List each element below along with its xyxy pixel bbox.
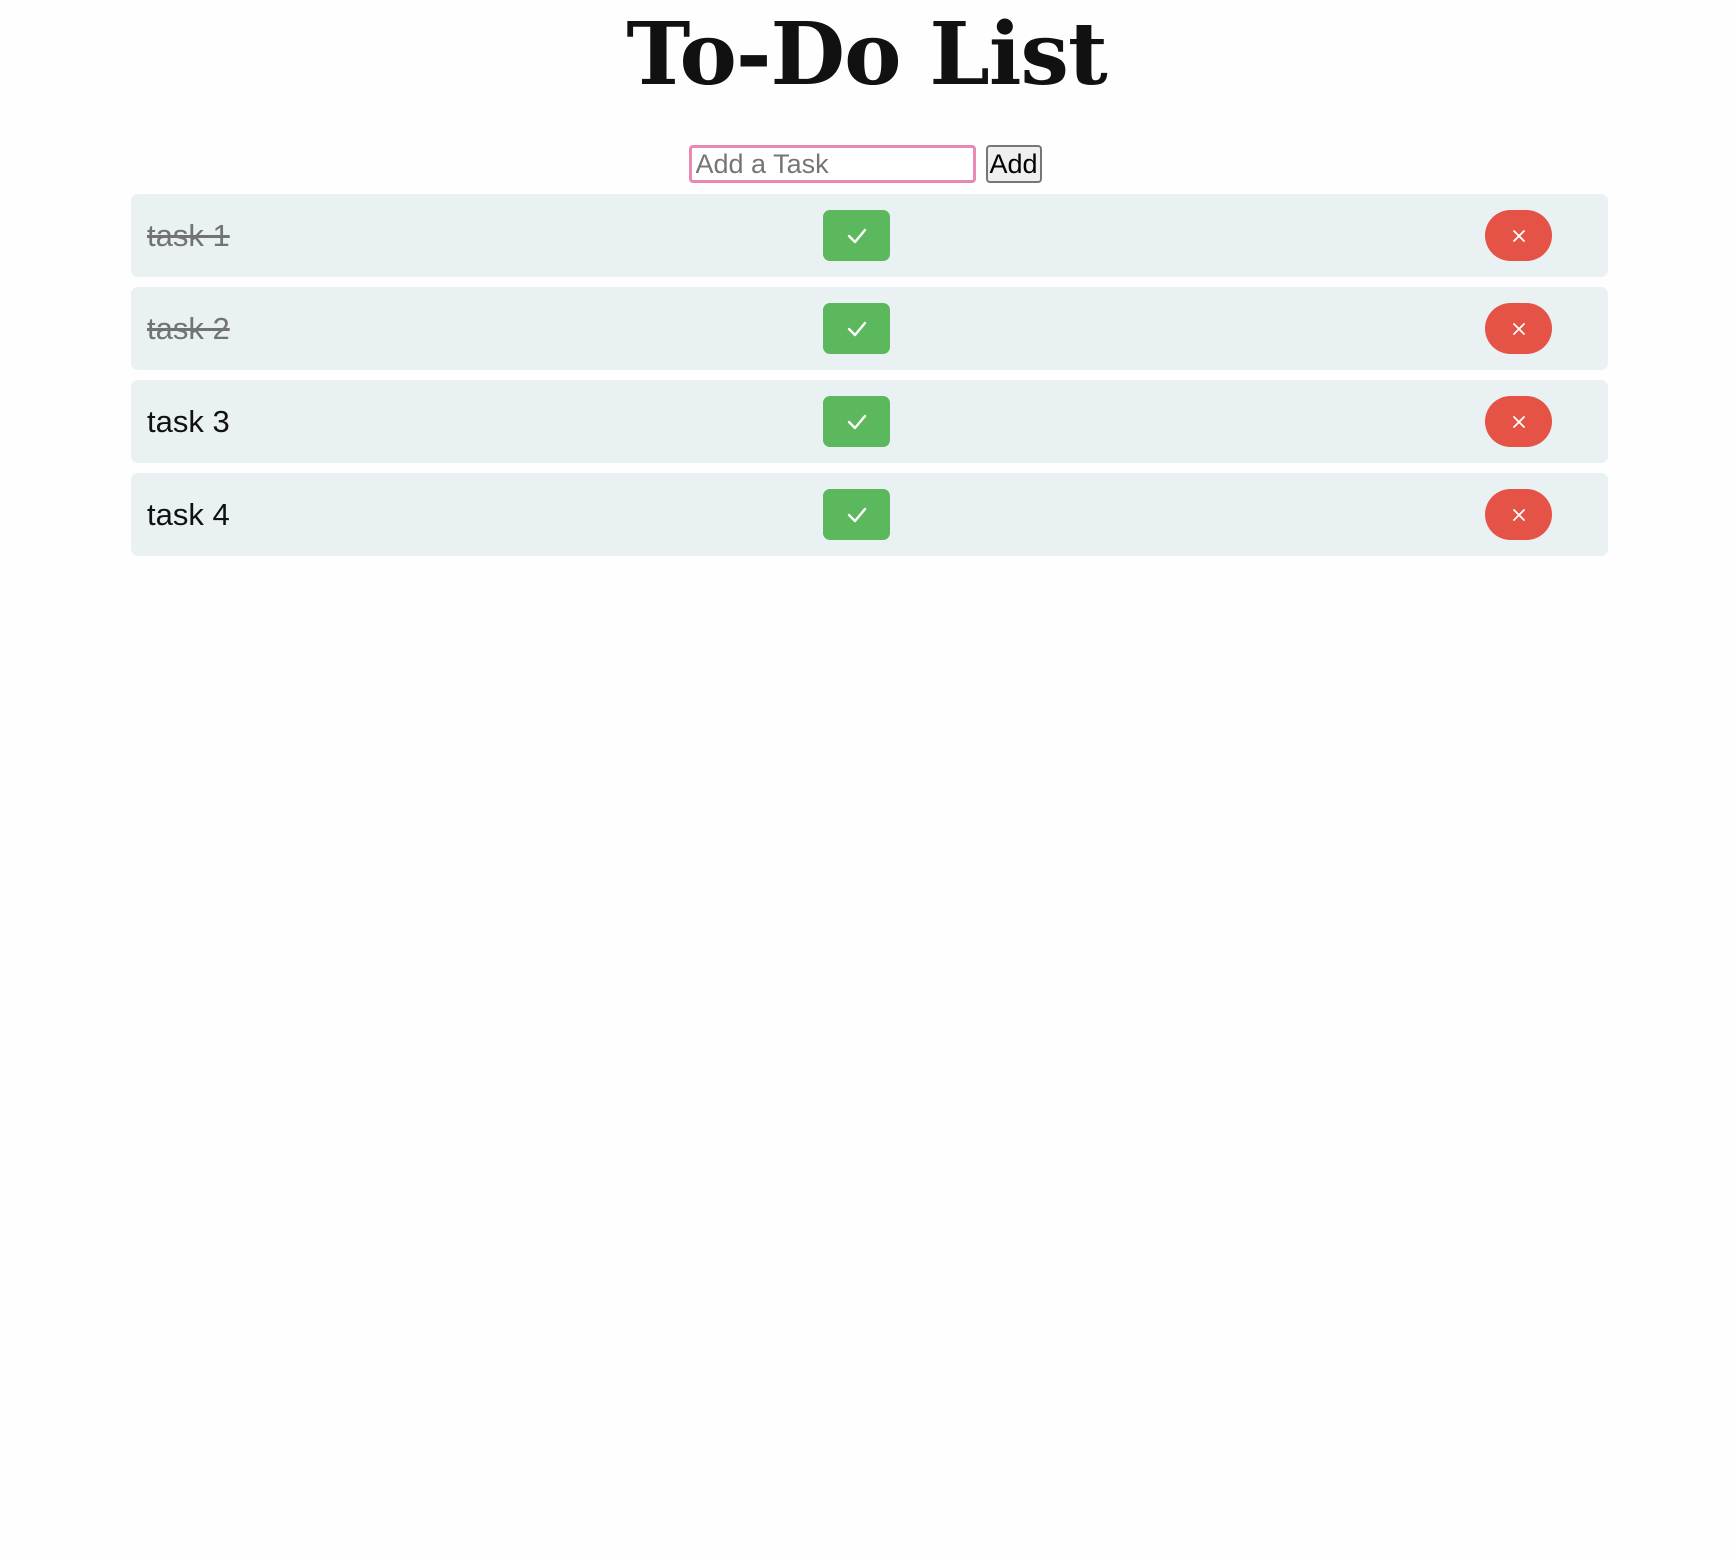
add-button[interactable]: Add — [985, 145, 1042, 183]
task-item: task 4 — [131, 473, 1608, 556]
task-item: task 1 — [131, 194, 1608, 277]
close-icon — [1512, 415, 1526, 429]
page-title: To-Do List — [626, 4, 1107, 105]
task-item: task 3 — [131, 380, 1608, 463]
delete-task-button[interactable] — [1485, 489, 1552, 540]
task-input[interactable] — [688, 145, 976, 183]
check-icon — [846, 320, 868, 338]
todo-app: To-Do List Add task 1 task 2 — [0, 0, 1733, 1561]
check-icon — [846, 506, 868, 524]
task-list: task 1 task 2 task 3 task 4 — [131, 194, 1608, 566]
delete-task-button[interactable] — [1485, 396, 1552, 447]
check-icon — [846, 227, 868, 245]
task-item: task 2 — [131, 287, 1608, 370]
close-icon — [1512, 229, 1526, 243]
delete-task-button[interactable] — [1485, 303, 1552, 354]
add-task-form: Add — [0, 145, 1733, 183]
task-label: task 2 — [147, 311, 230, 346]
complete-task-button[interactable] — [823, 396, 890, 447]
complete-task-button[interactable] — [823, 489, 890, 540]
delete-task-button[interactable] — [1485, 210, 1552, 261]
check-icon — [846, 413, 868, 431]
complete-task-button[interactable] — [823, 303, 890, 354]
task-label: task 3 — [147, 404, 230, 439]
complete-task-button[interactable] — [823, 210, 890, 261]
close-icon — [1512, 508, 1526, 522]
task-label: task 4 — [147, 497, 230, 532]
close-icon — [1512, 322, 1526, 336]
task-label: task 1 — [147, 218, 230, 253]
